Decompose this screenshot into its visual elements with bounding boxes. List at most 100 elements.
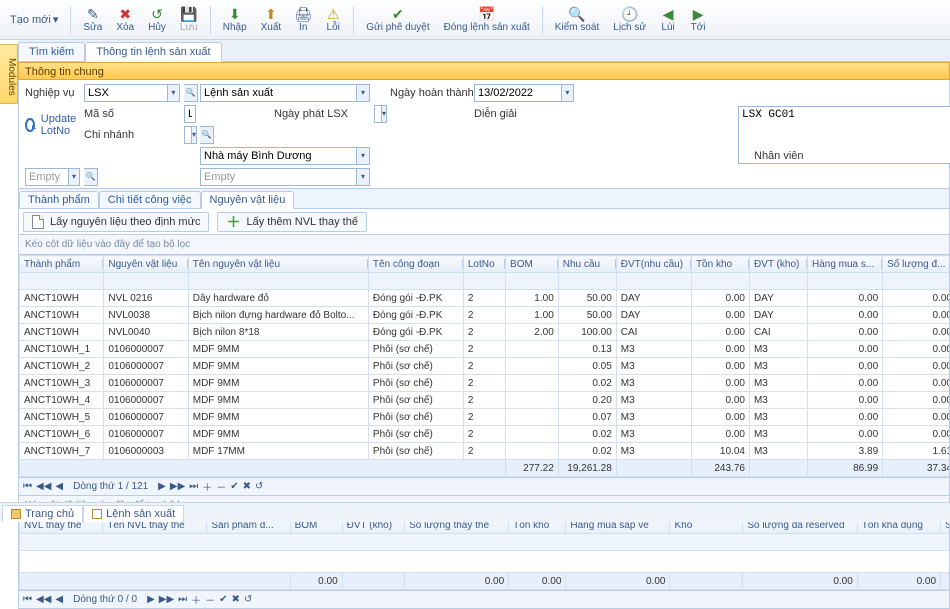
input-ngay-hoan-thanh[interactable]	[474, 84, 562, 102]
bottom-tab-trang-chu[interactable]: Trang chủ	[2, 505, 83, 522]
error-button[interactable]: ⚠Lỗi	[319, 4, 347, 35]
table-row[interactable]: ANCT10WHNVL 0216Dây hardware đỏĐóng gói …	[20, 290, 950, 307]
nav-refresh-icon[interactable]: ↺	[255, 481, 263, 492]
control-button[interactable]: 🔍Kiểm soát	[549, 4, 605, 35]
print-button[interactable]: 🖨In	[289, 4, 317, 35]
dropdown-icon[interactable]: ▾	[69, 168, 80, 186]
nav-prevpage-icon[interactable]: ◀◀	[36, 594, 51, 605]
table-row[interactable]: ANCT10WH_70106000003MDF 17MMPhôi (sơ chế…	[20, 443, 950, 460]
table-row[interactable]: ANCT10WH_10106000007MDF 9MMPhôi (sơ chế)…	[20, 341, 950, 358]
grid1-wrap[interactable]: Thành phẩm Nguyên vật liệu Tên nguyên vậ…	[18, 255, 950, 478]
table-row[interactable]: ANCT10WH_60106000007MDF 9MMPhôi (sơ chế)…	[20, 426, 950, 443]
table-row[interactable]: ANCT10WH_20106000007MDF 9MMPhôi (sơ chế)…	[20, 358, 950, 375]
import-button[interactable]: ⬇Nhập	[217, 4, 253, 35]
grid2-wrap[interactable]: NVL thay thế Tên NVL thay thế Sản phẩm đ…	[18, 516, 950, 591]
col-nvl[interactable]: Nguyên vật liệu	[104, 256, 188, 273]
btn-lay-them-nvl[interactable]: ＋ Lấy thêm NVL thay thế	[217, 212, 367, 232]
input-nhan-vien[interactable]	[25, 168, 69, 186]
label-chi-nhanh: Chi nhánh	[84, 129, 180, 141]
nav-cancel-icon[interactable]: ✖	[243, 481, 251, 492]
nav-prev-icon[interactable]: ◀	[55, 594, 63, 605]
update-lotno-button[interactable]: Update LotNo	[25, 113, 80, 137]
dropdown-icon[interactable]: ▾	[357, 147, 370, 165]
grid1-group-hint[interactable]: Kéo cột dữ liệu vào đây để tạo bộ lọc	[18, 235, 950, 255]
nav-check-icon[interactable]: ✔	[219, 594, 227, 605]
nav-prev-icon[interactable]: ◀	[55, 481, 63, 492]
nav-last-icon[interactable]: ⏭	[189, 481, 198, 492]
print-icon: 🖨	[295, 6, 311, 22]
input-nghiep-vu-desc[interactable]	[200, 84, 357, 102]
input-nghiep-vu[interactable]	[84, 84, 168, 102]
nav-first-icon[interactable]: ⏮	[23, 594, 32, 605]
col-lotno[interactable]: LotNo	[463, 256, 505, 273]
label-ngay-hoan-thanh: Ngày hoàn thành	[390, 87, 470, 99]
col-nhu-cau[interactable]: Nhu cầu	[558, 256, 616, 273]
new-label: Tạo mới	[10, 14, 51, 26]
col-ton-kho[interactable]: Tồn kho	[691, 256, 749, 273]
input-nhan-vien-desc[interactable]	[200, 168, 357, 186]
tab-thong-tin-lsx[interactable]: Thông tin lệnh sản xuất	[85, 42, 221, 62]
col-cong-doan[interactable]: Tên công đoạn	[368, 256, 463, 273]
nav-remove-icon[interactable]: －	[205, 592, 215, 607]
tab-tim-kiem[interactable]: Tìm kiếm	[18, 42, 85, 61]
nav-prevpage-icon[interactable]: ◀◀	[36, 481, 51, 492]
nav-refresh-icon[interactable]: ↺	[244, 594, 252, 605]
table-row[interactable]: ANCT10WHNVL0040Bịch nilon 8*18Đóng gói -…	[20, 324, 950, 341]
table-row[interactable]: ANCT10WH_40106000007MDF 9MMPhôi (sơ chế)…	[20, 392, 950, 409]
nav-nextpage-icon[interactable]: ▶▶	[170, 481, 185, 492]
send-approve-button[interactable]: ✔Gửi phê duyệt	[360, 4, 435, 35]
lookup-icon[interactable]: 🔍	[184, 84, 198, 102]
col-hang-mua[interactable]: Hàng mua s...	[807, 256, 882, 273]
export-button[interactable]: ⬆Xuất	[255, 4, 288, 35]
col-dvt-nhu-cau[interactable]: ĐVT(nhu cầu)	[616, 256, 691, 273]
input-ngay-phat[interactable]	[374, 105, 382, 123]
table-row[interactable]: ANCT10WH_30106000007MDF 9MMPhôi (sơ chế)…	[20, 375, 950, 392]
back-button[interactable]: ◀Lùi	[654, 4, 682, 35]
new-button[interactable]: Tạo mới▾	[4, 9, 64, 30]
dropdown-icon[interactable]: ▾	[192, 126, 197, 144]
dropdown-icon[interactable]: ▾	[382, 105, 387, 123]
table-row[interactable]: ANCT10WHNVL0038Bịch nilon đựng hardware …	[20, 307, 950, 324]
nav-cancel-icon[interactable]: ✖	[232, 594, 240, 605]
forward-button[interactable]: ▶Tới	[684, 4, 712, 35]
col-dvt-kho[interactable]: ĐVT (kho)	[749, 256, 807, 273]
input-ma-so[interactable]	[184, 105, 196, 123]
subtab-nvl[interactable]: Nguyên vật liệu	[201, 191, 295, 209]
col-thanh-pham[interactable]: Thành phẩm	[20, 256, 104, 273]
nav-remove-icon[interactable]: －	[216, 479, 226, 494]
nav-nextpage-icon[interactable]: ▶▶	[159, 594, 174, 605]
lookup-icon[interactable]: 🔍	[200, 126, 214, 144]
close-order-button[interactable]: 📅Đóng lệnh sản xuất	[438, 4, 536, 35]
table-row[interactable]: ANCT10WH_50106000007MDF 9MMPhôi (sơ chế)…	[20, 409, 950, 426]
dropdown-icon[interactable]: ▾	[357, 168, 370, 186]
dropdown-icon[interactable]: ▾	[168, 84, 180, 102]
dropdown-icon[interactable]: ▾	[562, 84, 574, 102]
bottom-tab-lenh-sx[interactable]: Lệnh sản xuất	[83, 505, 184, 522]
nav-add-icon[interactable]: ＋	[191, 592, 201, 607]
cancel-button[interactable]: ↺Hủy	[142, 4, 172, 35]
col-bom[interactable]: BOM	[506, 256, 559, 273]
grid-filter-row[interactable]	[20, 273, 950, 290]
history-button[interactable]: 🕘Lịch sử	[607, 4, 652, 35]
input-chi-nhanh[interactable]	[184, 126, 192, 144]
nav-check-icon[interactable]: ✔	[230, 481, 238, 492]
save-button[interactable]: 💾Lưu	[174, 4, 204, 35]
nav-last-icon[interactable]: ⏭	[178, 594, 187, 605]
subtab-thanh-pham[interactable]: Thành phẩm	[19, 191, 99, 208]
nav-next-icon[interactable]: ▶	[158, 481, 166, 492]
delete-button[interactable]: ✖Xóa	[110, 4, 140, 35]
input-chi-nhanh-desc[interactable]	[200, 147, 357, 165]
btn-lay-nl-dinh-muc[interactable]: Lấy nguyên liệu theo định mức	[23, 212, 209, 232]
col-ten-nvl[interactable]: Tên nguyên vật liệu	[188, 256, 368, 273]
lookup-icon[interactable]: 🔍	[84, 168, 98, 186]
grid2-filter-row[interactable]	[20, 534, 950, 551]
undo-icon: ↺	[149, 6, 165, 22]
subtab-chi-tiet[interactable]: Chi tiết công việc	[99, 191, 201, 208]
edit-button[interactable]: ✎Sửa	[77, 4, 108, 35]
col-so-luong-d[interactable]: Số lượng đ...	[883, 256, 950, 273]
nav-first-icon[interactable]: ⏮	[23, 481, 32, 492]
nav-add-icon[interactable]: ＋	[202, 479, 212, 494]
modules-side-tab[interactable]: Modules	[0, 44, 18, 104]
nav-next-icon[interactable]: ▶	[147, 594, 155, 605]
dropdown-icon[interactable]: ▾	[357, 84, 370, 102]
